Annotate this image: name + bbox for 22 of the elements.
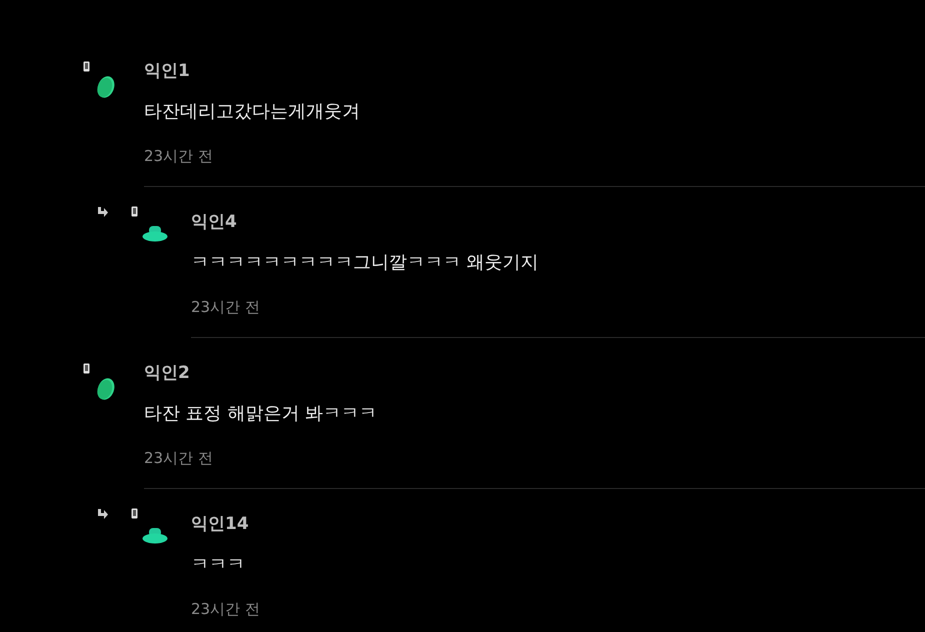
reply-arrow-icon	[96, 207, 109, 219]
avatar-icon	[96, 75, 116, 99]
phone-icon	[131, 508, 138, 519]
avatar-icon	[142, 527, 168, 544]
timestamp: 23시간 전	[191, 599, 261, 620]
author-name: 익인2	[144, 362, 191, 385]
phone-icon	[131, 206, 138, 217]
reply-arrow-icon	[96, 509, 109, 521]
author-name: 익인14	[191, 513, 250, 536]
avatar-icon	[142, 225, 168, 242]
comment-text: ㅋㅋㅋㅋㅋㅋㅋㅋㅋ그니깔ㅋㅋㅋ 왜웃기지	[191, 251, 540, 275]
author-name: 익인4	[191, 211, 238, 234]
timestamp: 23시간 전	[144, 448, 214, 469]
comment-text: 타잔데리고갔다는게개웃겨	[144, 100, 361, 124]
phone-icon	[83, 363, 90, 374]
comment-text: ㅋㅋㅋ	[191, 553, 246, 577]
comment-text: 타잔 표정 해맑은거 봐ㅋㅋㅋ	[144, 402, 378, 426]
phone-icon	[83, 61, 90, 72]
timestamp: 23시간 전	[191, 297, 261, 318]
avatar-icon	[96, 377, 116, 401]
author-name: 익인1	[144, 60, 191, 83]
timestamp: 23시간 전	[144, 146, 214, 167]
